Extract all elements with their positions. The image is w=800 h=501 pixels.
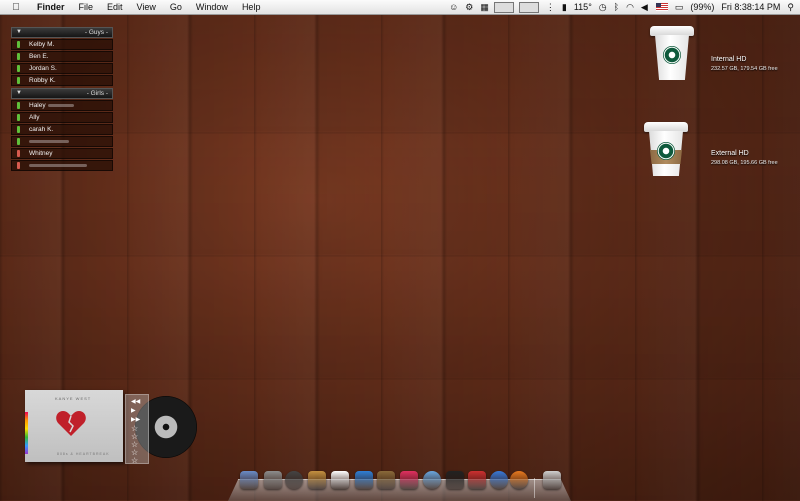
apple-icon[interactable]:  (10, 2, 22, 13)
redacted-text (48, 104, 74, 107)
redacted-text (29, 164, 87, 167)
iphoto-icon[interactable] (377, 471, 395, 489)
album-artwork[interactable]: KANYE WEST 808s & HEARTBREAK (25, 390, 123, 462)
time-machine-icon[interactable] (308, 471, 326, 489)
photo-booth-icon[interactable] (446, 471, 464, 489)
buddy-name: Ally (29, 114, 40, 121)
growl-icon[interactable]: ⚙ (465, 0, 473, 14)
trash-icon[interactable] (543, 471, 561, 489)
external-hd[interactable]: External HD 298.08 GB, 195.66 GB free (640, 120, 800, 196)
menu-extras: ☺ ⚙ ▦ ⋮ ▮ 115° ◷ ᛒ ◠ ◀ ▭ (99%) Fri 8:38:… (442, 0, 794, 14)
drive-info: 298.08 GB, 195.66 GB free (711, 160, 778, 166)
menu-bar:  Finder File Edit View Go Window Help ☺… (0, 0, 800, 15)
broken-heart-icon (56, 411, 86, 436)
input-menu-flag-icon[interactable] (655, 3, 668, 11)
menu-view[interactable]: View (130, 0, 163, 14)
memory-meter[interactable] (518, 1, 539, 13)
menu-window[interactable]: Window (189, 0, 235, 14)
firefox-icon[interactable] (510, 471, 528, 489)
buddy-row[interactable]: Ben E. (11, 51, 113, 62)
internal-hd[interactable]: Internal HD 232.57 GB, 179.54 GB free (640, 26, 800, 102)
dashboard-icon[interactable] (285, 471, 303, 489)
buddy-row[interactable] (11, 136, 113, 147)
coffee-cup-drive-icon[interactable] (650, 26, 694, 80)
volume-icon[interactable]: ◀ (641, 0, 648, 14)
drive-name[interactable]: Internal HD (711, 56, 746, 63)
player-controls: ◀◀ ▶ ▶▶ ☆ ☆ ☆ ☆ ☆ (125, 394, 149, 465)
group-header-guys[interactable]: ▼ - Guys - (11, 27, 113, 38)
cpu-meter[interactable] (493, 1, 514, 13)
ical-icon[interactable] (331, 471, 349, 489)
buddy-name: Whitney (29, 150, 53, 157)
group-label: - Guys - (84, 29, 108, 36)
buddy-name: Kelby M. (29, 41, 55, 48)
next-track-button[interactable]: ▶▶ (131, 416, 140, 423)
menu-help[interactable]: Help (235, 0, 268, 14)
group-label: - Girls - (86, 90, 108, 97)
album-title: KANYE WEST (55, 396, 92, 401)
previous-track-button[interactable]: ◀◀ (131, 398, 140, 405)
disclosure-triangle-icon[interactable]: ▼ (16, 29, 22, 35)
status-away-icon (17, 162, 20, 169)
pages-icon[interactable] (355, 471, 373, 489)
drive-info: 232.57 GB, 179.54 GB free (711, 66, 778, 72)
redacted-text (29, 140, 69, 143)
buddy-row[interactable]: Haley (11, 100, 113, 111)
buddy-name: carah K. (29, 126, 54, 133)
dock-separator (534, 478, 535, 498)
buddy-row[interactable]: carah K. (11, 124, 113, 135)
buddy-name: Jordan S. (29, 65, 57, 72)
istat-icon[interactable]: ▦ (480, 0, 489, 14)
clock[interactable]: Fri 8:38:14 PM (721, 0, 780, 14)
buddy-name: Ben E. (29, 53, 49, 60)
buddy-row[interactable]: Ally (11, 112, 113, 123)
menu-file[interactable]: File (72, 0, 101, 14)
wifi-icon[interactable]: ◠ (626, 0, 634, 14)
status-available-icon (17, 77, 20, 84)
status-away-icon (17, 150, 20, 157)
group-header-girls[interactable]: ▼ - Girls - (11, 88, 113, 99)
buddy-name: Haley (29, 102, 46, 109)
bluetooth-icon[interactable]: ᛒ (614, 0, 619, 14)
status-available-icon (17, 41, 20, 48)
safari-icon[interactable] (490, 471, 508, 489)
buddy-list-widget: ▼ - Guys - Kelby M. Ben E. Jordan S. Rob… (11, 27, 113, 172)
play-button[interactable]: ▶ (131, 407, 136, 414)
menu-edit[interactable]: Edit (100, 0, 130, 14)
time-machine-icon[interactable]: ◷ (599, 0, 607, 14)
battery-icon[interactable]: ▭ (675, 0, 684, 14)
disclosure-triangle-icon[interactable]: ▼ (16, 90, 22, 96)
disk-activity-icon[interactable]: ⋮ (546, 0, 555, 14)
drive-name[interactable]: External HD (711, 150, 749, 157)
menu-go[interactable]: Go (163, 0, 189, 14)
mail-icon[interactable] (423, 471, 441, 489)
status-available-icon (17, 138, 20, 145)
status-available-icon (17, 102, 20, 109)
coffee-cup-sleeve-drive-icon[interactable] (644, 122, 688, 176)
rating-star-5[interactable]: ☆ (131, 456, 138, 465)
temperature-icon[interactable]: ▮ (562, 0, 567, 14)
status-available-icon (17, 114, 20, 121)
status-available-icon (17, 65, 20, 72)
buddy-name: Robby K. (29, 77, 56, 84)
temperature-readout[interactable]: 115° (574, 0, 592, 14)
spotlight-icon[interactable]: ⚲ (787, 0, 794, 14)
status-available-icon (17, 126, 20, 133)
menu-app-finder[interactable]: Finder (30, 0, 72, 14)
adium-icon[interactable]: ☺ (449, 0, 458, 14)
battery-percentage[interactable]: (99%) (690, 0, 714, 14)
system-preferences-icon[interactable] (264, 471, 282, 489)
status-available-icon (17, 53, 20, 60)
itunes-player-widget: KANYE WEST 808s & HEARTBREAK ◀◀ ▶ ▶▶ ☆ ☆… (25, 390, 200, 465)
photoshop-icon[interactable] (468, 471, 486, 489)
buddy-row[interactable]: Jordan S. (11, 63, 113, 74)
buddy-row[interactable]: Robby K. (11, 75, 113, 86)
buddy-row[interactable]: Kelby M. (11, 39, 113, 50)
finder-icon[interactable] (240, 471, 258, 489)
buddy-row[interactable]: Whitney (11, 148, 113, 159)
album-subtitle: 808s & HEARTBREAK (57, 452, 110, 456)
buddy-row[interactable] (11, 160, 113, 171)
itunes-love-icon[interactable] (400, 471, 418, 489)
